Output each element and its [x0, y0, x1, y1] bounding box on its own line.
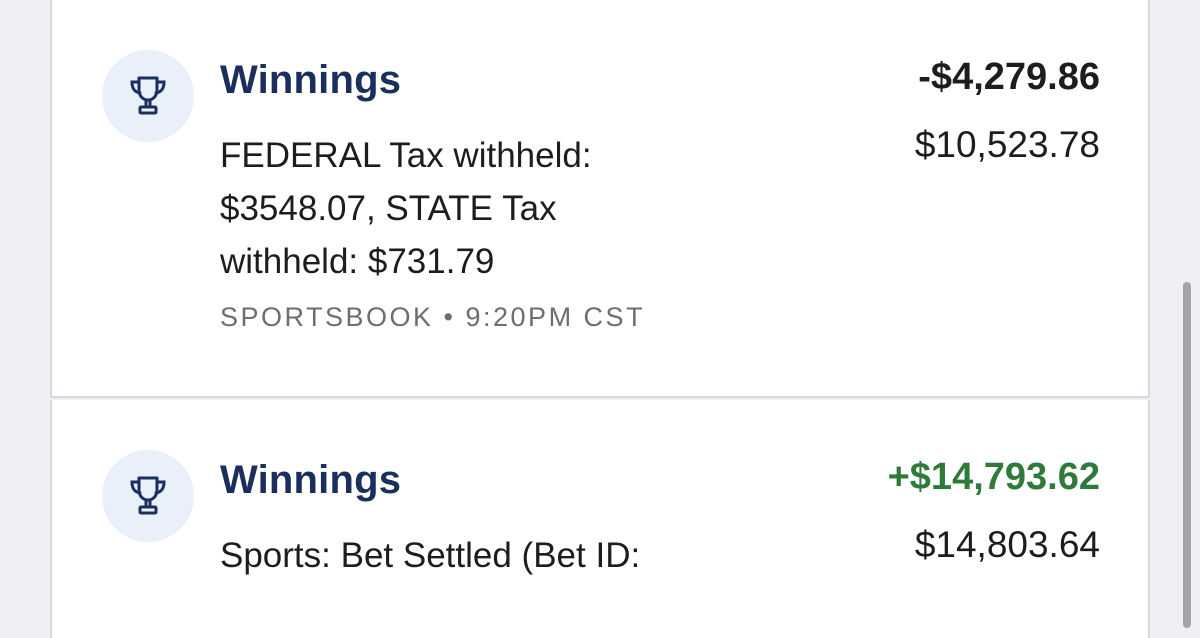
trophy-icon: [130, 76, 166, 115]
transaction-description: Sports: Bet Settled (Bet ID:: [220, 536, 641, 575]
transaction-title: Winnings: [220, 458, 402, 502]
transaction-card[interactable]: Winnings FEDERAL Tax withheld: $3548.07,…: [50, 0, 1150, 398]
transaction-meta: SPORTSBOOK • 9:20PM CST: [220, 302, 646, 332]
transaction-amount: -$4,279.86: [918, 56, 1100, 98]
transaction-history-page: Winnings FEDERAL Tax withheld: $3548.07,…: [0, 0, 1200, 638]
transaction-amount: +$14,793.62: [887, 456, 1100, 498]
transaction-description: FEDERAL Tax withheld: $3548.07, STATE Ta…: [220, 136, 592, 281]
transaction-card[interactable]: Winnings Sports: Bet Settled (Bet ID: +$…: [50, 400, 1150, 638]
trophy-icon: [130, 476, 166, 515]
transaction-balance: $14,803.64: [914, 524, 1100, 565]
trophy-icon-badge: [102, 450, 194, 542]
transaction-balance: $10,523.78: [914, 124, 1100, 165]
trophy-icon-badge: [102, 50, 194, 142]
scrollbar-thumb[interactable]: [1183, 282, 1191, 628]
transaction-title: Winnings: [220, 58, 402, 102]
